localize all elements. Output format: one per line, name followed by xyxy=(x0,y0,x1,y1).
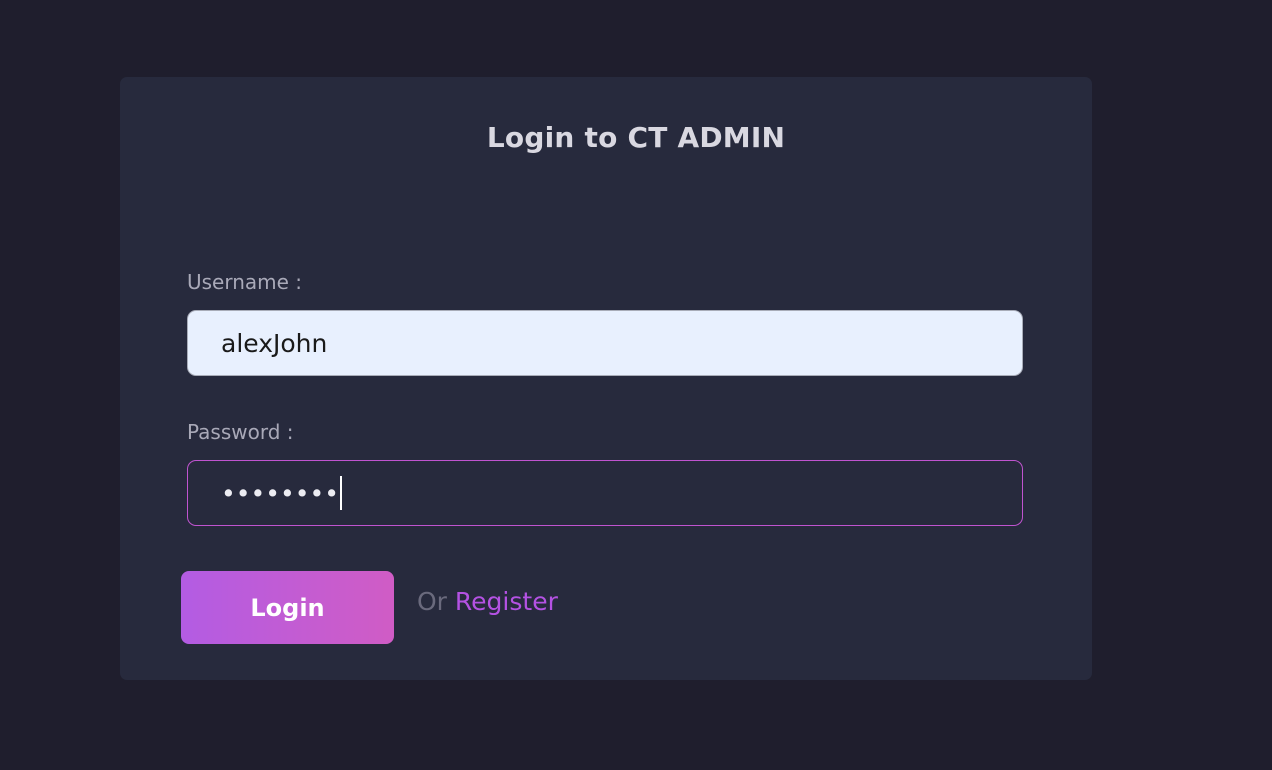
username-label: Username : xyxy=(187,270,303,294)
register-prompt: Or Register xyxy=(417,587,558,616)
or-text: Or xyxy=(417,587,447,616)
password-masked-value: •••••••• xyxy=(221,478,339,508)
password-label: Password : xyxy=(187,420,294,444)
username-field[interactable]: alexJohn xyxy=(187,310,1023,376)
text-caret xyxy=(339,476,342,510)
username-value: alexJohn xyxy=(221,328,328,358)
page-title: Login to CT ADMIN xyxy=(486,121,786,154)
password-field[interactable]: •••••••• xyxy=(187,460,1023,526)
password-value-wrapper: •••••••• xyxy=(221,461,342,525)
login-button[interactable]: Login xyxy=(181,571,394,644)
register-link[interactable]: Register xyxy=(455,587,558,616)
